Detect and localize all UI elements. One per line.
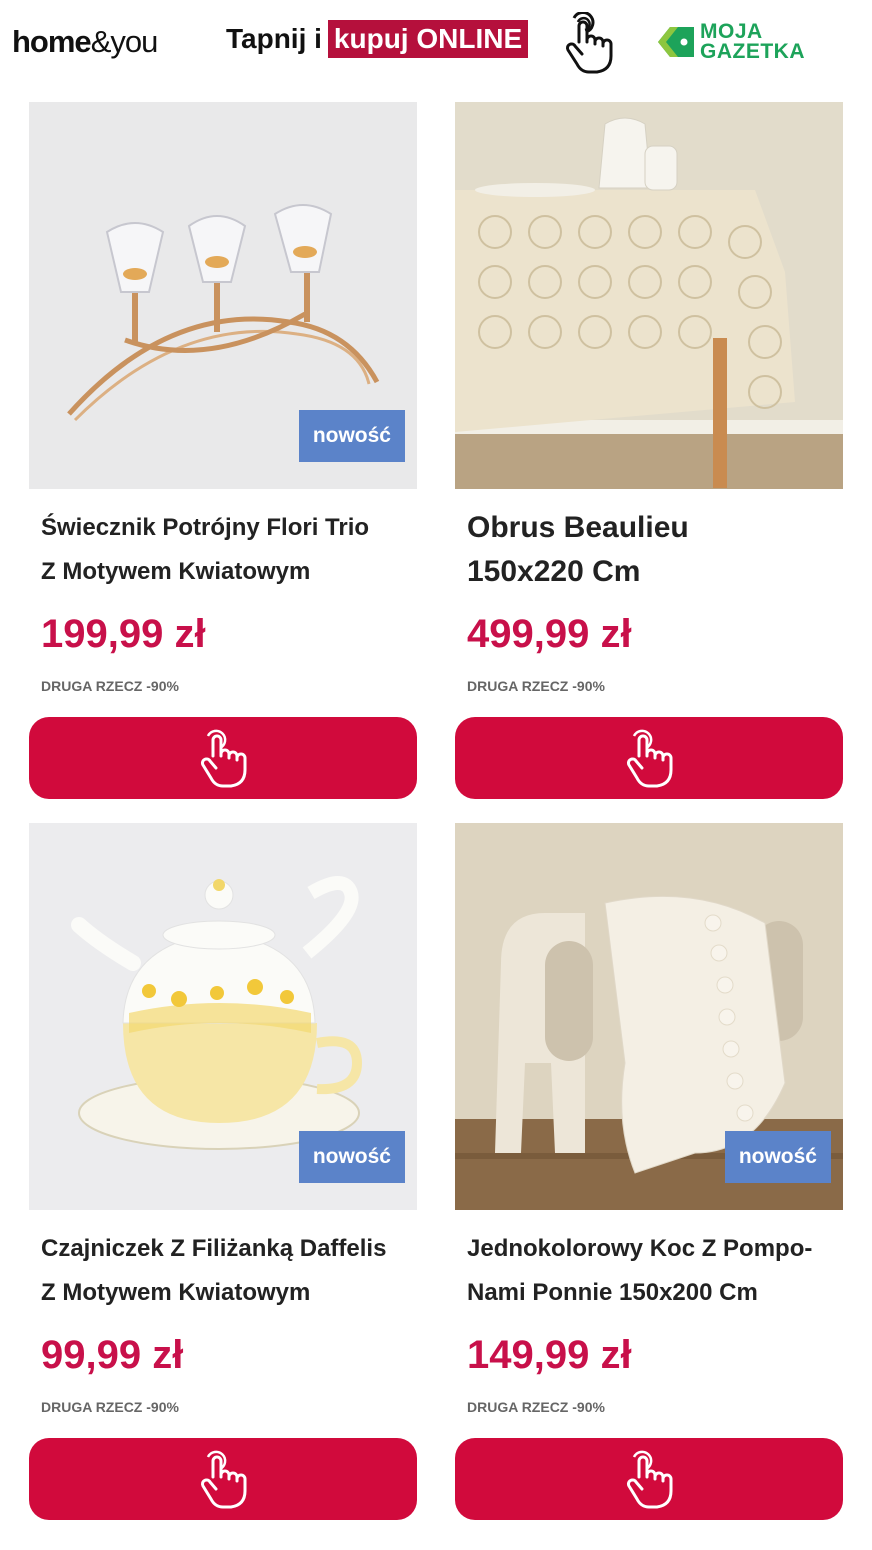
product-title-line1: Świecznik Potrójny Flori Trio <box>41 514 370 541</box>
product-price: 149,99 zł <box>467 1333 632 1377</box>
product-title-line2: Z Motywem Kwiatowym <box>41 558 311 585</box>
product-image-tablecloth[interactable] <box>455 102 843 489</box>
tag-icon <box>658 27 694 57</box>
pointing-hand-icon <box>627 1450 673 1509</box>
gazetka-line1: MOJA <box>700 20 763 43</box>
product-image-candle-holder[interactable]: nowość <box>29 102 417 489</box>
new-badge: nowość <box>298 1131 405 1183</box>
product-title-line1: Czajniczek Z Filiżanką Daffelis <box>41 1235 387 1262</box>
buy-button[interactable] <box>455 717 843 799</box>
product-image-teapot[interactable]: nowość <box>29 823 417 1210</box>
promo-note: DRUGA RZECZ -90% <box>467 678 605 694</box>
new-badge: nowość <box>724 1131 831 1183</box>
product-title-line1: Jednokolorowy Koc Z Pompo- <box>467 1235 813 1262</box>
promo-banner[interactable]: Tapnij i kupuj ONLINE <box>226 20 529 58</box>
product-title-line2: Nami Ponnie 150x200 Cm <box>467 1279 758 1306</box>
brand-amp: & <box>90 24 112 59</box>
gazetka-line2: GAZETKA <box>700 40 805 63</box>
pointing-hand-icon <box>627 729 673 788</box>
moja-gazetka-logo[interactable]: MOJA GAZETKA <box>656 20 805 63</box>
brand-home: home <box>12 24 92 59</box>
product-price: 499,99 zł <box>467 612 632 656</box>
product-title[interactable]: Świecznik Potrójny Flori Trio Z Motywem … <box>41 506 413 594</box>
product-title[interactable]: Obrus Beaulieu 150x220 Cm <box>467 506 839 594</box>
pointing-hand-icon <box>201 729 247 788</box>
product-price: 99,99 zł <box>41 1333 184 1377</box>
promo-highlight: kupuj ONLINE <box>327 20 529 58</box>
buy-button[interactable] <box>29 1438 417 1520</box>
product-title-line1: Obrus Beaulieu <box>467 511 689 544</box>
brand-logo[interactable]: home&you <box>12 24 158 60</box>
brand-you: you <box>110 24 158 59</box>
product-title[interactable]: Czajniczek Z Filiżanką Daffelis Z Motywe… <box>41 1227 413 1315</box>
pointing-hand-icon <box>566 12 613 74</box>
product-title-line2: 150x220 Cm <box>467 555 641 588</box>
pointing-hand-icon <box>201 1450 247 1509</box>
promo-note: DRUGA RZECZ -90% <box>41 678 179 694</box>
promo-text: Tapnij i <box>226 23 322 54</box>
header: home&you Tapnij i kupuj ONLINE MOJA GAZE… <box>0 0 872 92</box>
promo-note: DRUGA RZECZ -90% <box>467 1399 605 1415</box>
buy-button[interactable] <box>29 717 417 799</box>
product-price: 199,99 zł <box>41 612 206 656</box>
product-title[interactable]: Jednokolorowy Koc Z Pompo- Nami Ponnie 1… <box>467 1227 839 1315</box>
product-image-blanket-chair[interactable]: nowość <box>455 823 843 1210</box>
new-badge: nowość <box>298 410 405 462</box>
product-title-line2: Z Motywem Kwiatowym <box>41 1279 311 1306</box>
buy-button[interactable] <box>455 1438 843 1520</box>
promo-note: DRUGA RZECZ -90% <box>41 1399 179 1415</box>
